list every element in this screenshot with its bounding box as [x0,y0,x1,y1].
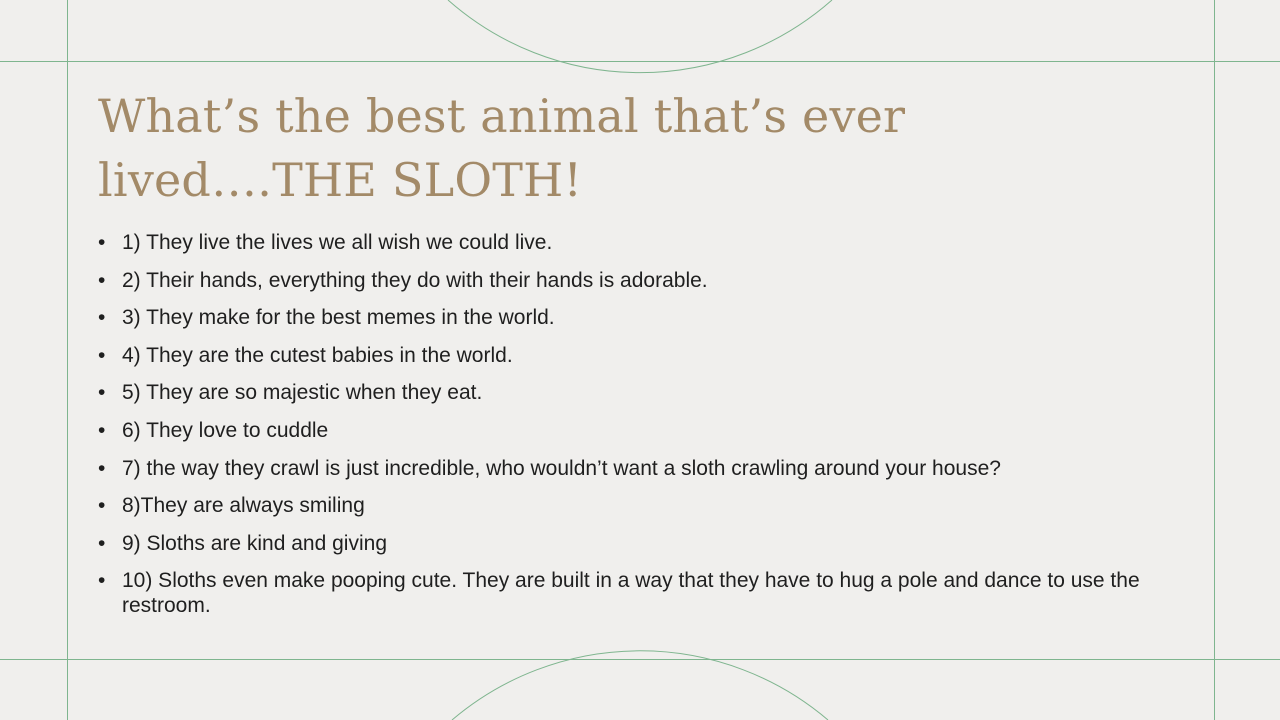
list-item: • 10) Sloths even make pooping cute. They… [98,568,1188,618]
list-item-text: 5) They are so majestic when they eat. [122,381,483,405]
bullet-icon: • [98,569,106,593]
list-item-text: 2) Their hands, everything they do with … [122,268,708,292]
bullet-icon: • [98,306,106,330]
list-item: • 7) the way they crawl is just incredibl… [98,456,1188,481]
list-item: • 6) They love to cuddle [98,418,1188,443]
list-item-text: 1) They live the lives we all wish we co… [122,231,553,254]
bullet-icon: • [98,381,106,405]
arc-bottom [451,650,829,720]
list-item-text: 8)They are always smiling [122,494,365,518]
list-item-text: 6) They love to cuddle [122,418,329,442]
list-item: • 5) They are so majestic when they eat. [98,380,1188,405]
bullet-list: • 1) They live the lives we all wish we c… [98,230,1188,631]
list-item-text: 3) They make for the best memes in the w… [122,306,555,330]
list-item: • 4) They are the cutest babies in the wo… [98,343,1188,368]
list-item-text: 9) Sloths are kind and giving [122,531,387,555]
list-item: • 3) They make for the best memes in the … [98,305,1188,330]
list-item-text: 10) Sloths even make pooping cute. They … [122,569,1140,618]
bullet-icon: • [98,343,106,367]
slide-title: What’s the best animal that’s ever lived… [98,89,906,207]
bullet-icon: • [98,494,106,518]
list-item: • 2) Their hands, everything they do with… [98,268,1188,293]
list-item: • 1) They live the lives we all wish we c… [98,230,1188,255]
list-item: • 9) Sloths are kind and giving [98,531,1188,556]
list-item-text: 7) the way they crawl is just incredible… [122,456,1001,480]
list-item-text: 4) They are the cutest babies in the wor… [122,343,513,367]
slide: What’s the best animal that’s ever lived… [0,0,1280,720]
bullet-icon: • [98,531,106,555]
bullet-icon: • [98,456,106,480]
list-item: • 8)They are always smiling [98,493,1188,518]
bullet-icon: • [98,268,106,292]
bullet-icon: • [98,418,106,442]
bullet-icon: • [98,231,106,254]
